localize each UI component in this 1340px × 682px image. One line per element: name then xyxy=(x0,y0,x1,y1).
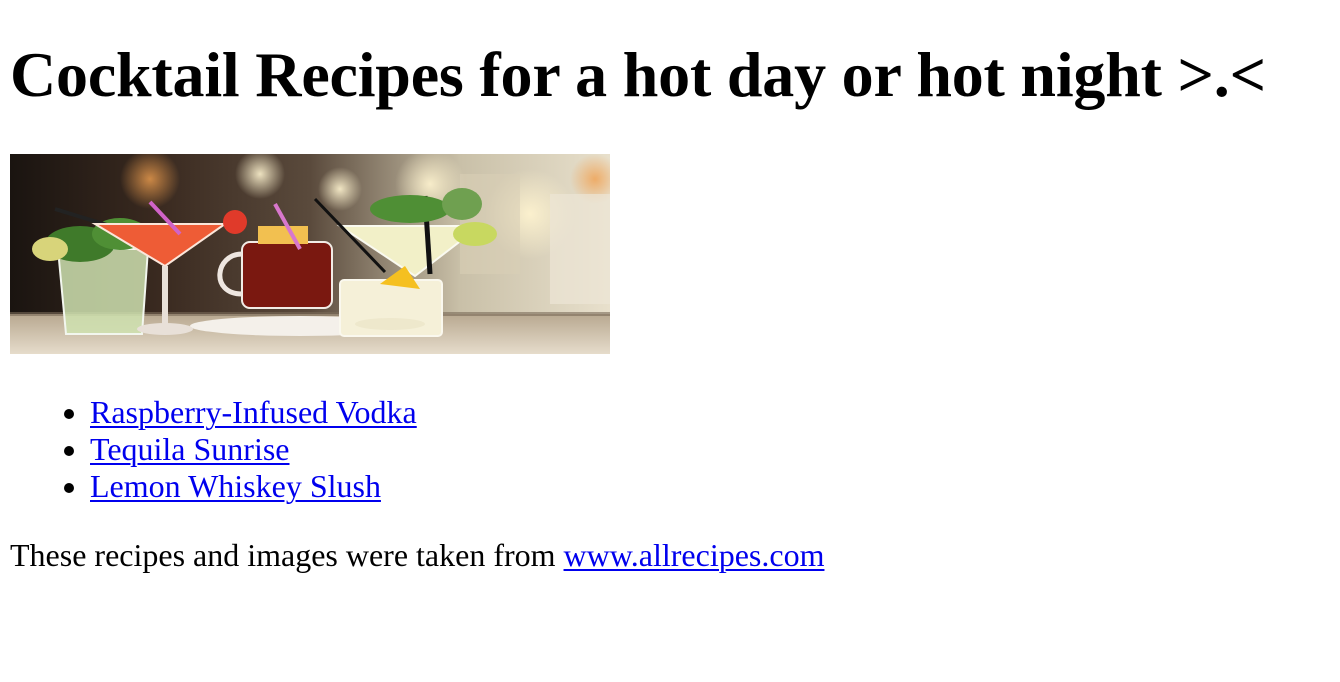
recipe-list: Raspberry-Infused Vodka Tequila Sunrise … xyxy=(10,394,417,505)
cocktails-hero-image xyxy=(10,154,610,354)
page-title: Cocktail Recipes for a hot day or hot ni… xyxy=(10,39,1266,110)
list-item: Raspberry-Infused Vodka xyxy=(90,394,417,431)
recipe-link-raspberry-infused-vodka[interactable]: Raspberry-Infused Vodka xyxy=(90,394,417,430)
allrecipes-link[interactable]: www.allrecipes.com xyxy=(564,537,825,573)
list-item: Lemon Whiskey Slush xyxy=(90,468,417,505)
recipe-link-lemon-whiskey-slush[interactable]: Lemon Whiskey Slush xyxy=(90,468,381,504)
credit-text: These recipes and images were taken from xyxy=(10,537,564,573)
recipe-link-tequila-sunrise[interactable]: Tequila Sunrise xyxy=(90,431,290,467)
list-item: Tequila Sunrise xyxy=(90,431,417,468)
credit-paragraph: These recipes and images were taken from… xyxy=(10,537,824,574)
